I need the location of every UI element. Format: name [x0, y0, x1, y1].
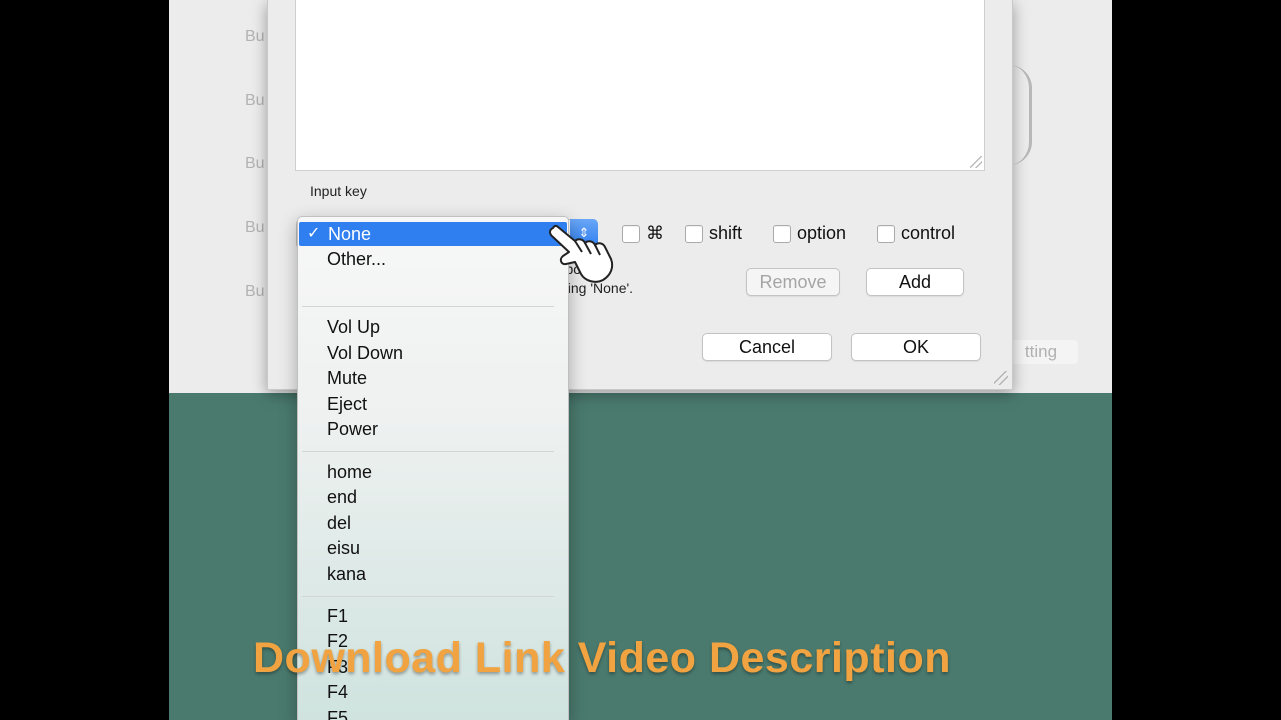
control-checkbox[interactable] — [877, 224, 895, 243]
control-modifier[interactable]: control — [877, 223, 955, 244]
shift-label: shift — [709, 223, 743, 243]
bg-row-label: Bu — [245, 219, 265, 236]
menu-item-home[interactable]: home — [298, 460, 568, 484]
mapping-list[interactable] — [295, 0, 985, 171]
overlay-caption: Download Link Video Description — [253, 634, 951, 682]
add-button[interactable]: Add — [866, 268, 964, 296]
input-key-label: Input key — [310, 183, 367, 199]
hand-cursor-icon — [549, 224, 614, 283]
menu-item-eject[interactable]: Eject — [298, 392, 568, 416]
menu-item-label: None — [328, 224, 372, 244]
menu-item-f4[interactable]: F4 — [298, 680, 568, 704]
menu-item-mute[interactable]: Mute — [298, 366, 568, 390]
control-label: control — [901, 223, 956, 243]
option-checkbox[interactable] — [773, 224, 791, 243]
menu-item-power[interactable]: Power — [298, 417, 568, 441]
ok-button[interactable]: OK — [851, 333, 981, 361]
bg-row-label: Bu — [245, 28, 265, 45]
shift-modifier[interactable]: shift — [685, 223, 742, 244]
menu-item-vol-up[interactable]: Vol Up — [298, 315, 568, 339]
menu-item-eisu[interactable]: eisu — [298, 536, 568, 560]
menu-item-del[interactable]: del — [298, 511, 568, 535]
list-resize-grip — [970, 156, 982, 168]
cancel-button[interactable]: Cancel — [702, 333, 832, 361]
menu-item-vol-down[interactable]: Vol Down — [298, 341, 568, 365]
checkmark-icon: ✓ — [307, 225, 321, 242]
remove-button[interactable]: Remove — [746, 268, 840, 296]
bg-row-label: Bu — [245, 155, 265, 172]
menu-item-kana[interactable]: kana — [298, 562, 568, 586]
resize-grip-icon[interactable] — [994, 371, 1008, 385]
menu-item-end[interactable]: end — [298, 485, 568, 509]
menu-item-none[interactable]: ✓ None — [299, 222, 567, 246]
screen: Bu Bu Bu Bu Bu tting Input key ⇕ ⌘ shift… — [169, 0, 1112, 720]
cmd-modifier[interactable]: ⌘ — [622, 223, 664, 244]
bg-setting-button[interactable]: tting — [1004, 340, 1078, 364]
option-label: option — [797, 223, 847, 243]
menu-separator — [302, 451, 554, 452]
cmd-checkbox[interactable] — [622, 224, 640, 243]
menu-item-f5[interactable]: F5 — [298, 706, 568, 720]
option-modifier[interactable]: option — [773, 223, 846, 244]
bg-row-label: Bu — [245, 92, 265, 109]
menu-separator — [302, 306, 554, 307]
menu-item-f1[interactable]: F1 — [298, 604, 568, 628]
menu-item-other[interactable]: Other... — [298, 247, 568, 271]
menu-separator — [302, 596, 554, 597]
shift-checkbox[interactable] — [685, 224, 703, 243]
bg-row-label: Bu — [245, 283, 265, 300]
cmd-icon: ⌘ — [646, 223, 664, 243]
